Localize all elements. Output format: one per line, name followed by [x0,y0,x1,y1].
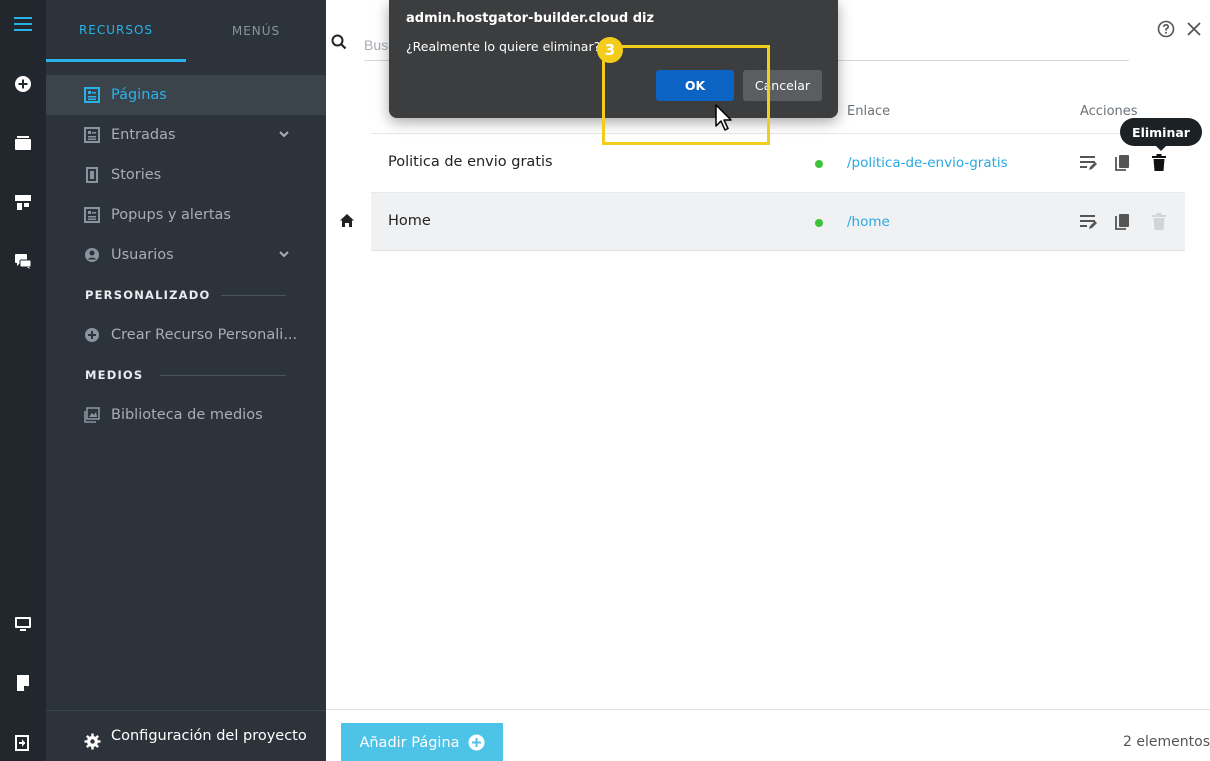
chevron-down-icon[interactable] [278,248,290,260]
close-icon[interactable] [1185,20,1203,38]
sidebar-item-users[interactable]: Usuarios [46,235,326,275]
sidebar-item-entries[interactable]: Entradas [46,115,326,155]
desktop-icon[interactable] [11,612,35,636]
chevron-down-icon[interactable] [278,128,290,140]
page-link[interactable]: /home [847,214,890,230]
sidebar-item-label: Biblioteca de medios [111,407,263,423]
dialog-message: ¿Realmente lo quiere eliminar? [406,39,601,54]
step-number-badge: 3 [597,37,623,63]
gear-icon [84,733,101,750]
layers-icon[interactable] [11,131,35,155]
trash-icon-disabled [1152,213,1166,230]
sidebar-item-popups[interactable]: Popups y alertas [46,195,326,235]
widgets-icon[interactable] [11,190,35,214]
panel-footer: Añadir Página 2 elementos [326,709,1210,761]
home-icon [340,214,354,227]
step-highlight-box [602,45,770,145]
table-row[interactable]: Home /home [371,192,1185,250]
page-title[interactable]: Home [388,213,431,229]
sidebar-item-label: Entradas [111,127,176,143]
sidebar-tabs: RECURSOS MENÚS [46,0,326,62]
sidebar-item-label: Usuarios [111,247,174,263]
icon-rail [0,0,46,761]
add-circle-icon[interactable] [11,72,35,96]
table-divider [371,250,1185,251]
page-icon[interactable] [11,671,35,695]
add-page-button[interactable]: Añadir Página [341,723,503,761]
sidebar-item-media-library[interactable]: Biblioteca de medios [46,395,326,435]
add-circle-icon [468,734,485,751]
add-page-label: Añadir Página [359,734,460,751]
popup-icon [84,207,100,223]
item-count: 2 elementos [1123,734,1210,750]
project-settings-label: Configuración del proyecto [111,728,307,744]
project-settings[interactable]: Configuración del proyecto [46,710,326,761]
sidebar-item-stories[interactable]: Stories [46,155,326,195]
sidebar-item-label: Popups y alertas [111,207,231,223]
sidebar-item-pages[interactable]: Páginas [46,75,326,115]
chat-icon[interactable] [11,249,35,273]
edit-icon[interactable] [1079,213,1097,231]
table-row[interactable]: Politica de envio gratis /politica-de-en… [371,133,1185,191]
sidebar-item-label: Páginas [111,87,167,103]
column-header-actions: Acciones [1080,104,1138,119]
stories-icon [86,167,98,183]
dialog-title: admin.hostgator-builder.cloud diz [406,11,655,26]
status-dot [815,219,823,227]
delete-tooltip: Eliminar [1120,118,1202,151]
page-list-icon [84,87,100,103]
page-link[interactable]: /politica-de-envio-gratis [847,155,1008,171]
exit-icon[interactable] [11,731,35,755]
status-dot [815,160,823,168]
user-circle-icon [85,248,99,262]
section-custom-heading: PERSONALIZADO [85,288,211,302]
sidebar-item-label: Stories [111,167,162,183]
search-icon [331,34,347,50]
tab-resources[interactable]: RECURSOS [46,0,186,62]
add-circle-icon [85,328,99,342]
image-library-icon [84,407,100,423]
trash-icon[interactable] [1152,154,1166,172]
duplicate-icon[interactable] [1115,213,1131,231]
column-header-link: Enlace [847,104,891,119]
help-icon[interactable] [1157,20,1175,38]
section-divider [160,375,286,376]
duplicate-icon[interactable] [1115,154,1131,172]
sidebar-item-label: Crear Recurso Personali... [111,327,298,343]
tab-menus[interactable]: MENÚS [186,0,326,62]
page-title[interactable]: Politica de envio gratis [388,154,553,170]
section-divider [221,295,286,296]
section-media-heading: MEDIOS [85,368,144,382]
edit-icon[interactable] [1079,154,1097,172]
menu-icon[interactable] [11,12,35,36]
mouse-pointer-icon [715,104,732,131]
create-custom-resource[interactable]: Crear Recurso Personali... [46,315,326,355]
entries-icon [84,127,100,143]
resources-sidebar: RECURSOS MENÚS Páginas Entradas Stories … [46,0,326,761]
